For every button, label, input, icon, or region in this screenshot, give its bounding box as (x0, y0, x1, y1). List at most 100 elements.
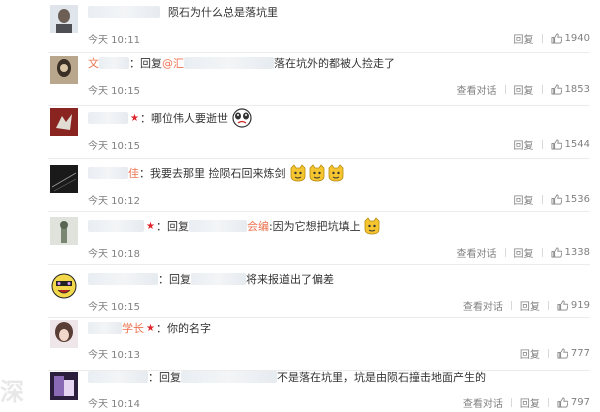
like-count: 797 (570, 397, 590, 408)
thumbs-up-icon (557, 300, 568, 311)
avatar[interactable] (50, 108, 78, 136)
avatar[interactable] (50, 165, 78, 193)
comment-item: ：回复 将来报道出了偏差 今天 10:15 查看对话 回复 919 (0, 265, 600, 318)
username[interactable] (88, 167, 128, 179)
comment-line: ：回复 不是落在坑里，坑是由陨石撞击地面产生的 (88, 367, 486, 387)
comment-actions: 回复 1940 (514, 31, 590, 46)
watermark: 深 (0, 378, 24, 406)
mention-link[interactable] (191, 273, 246, 285)
username[interactable]: 佳 (128, 165, 139, 181)
avatar[interactable] (50, 5, 78, 33)
comment-item: ★ ：回复 会编 :因为它想把坑填上 今天 10:18 查看对话 回复 1338 (0, 212, 600, 265)
vip-star-icon: ★ (146, 322, 155, 334)
reply-button[interactable]: 回复 (520, 298, 540, 313)
like-count: 1536 (564, 194, 590, 205)
comment-line: 佳 ：我要去那里 捡陨石回来炼剑 (88, 163, 345, 183)
comment-actions: 回复 1544 (514, 137, 590, 152)
view-conversation-link[interactable]: 查看对话 (463, 395, 503, 410)
mention-link[interactable] (188, 220, 247, 232)
avatar[interactable] (50, 217, 78, 245)
comment-line: 文 ：回复 @汇 落在坑外的都被人捡走了 (88, 53, 395, 73)
comment-text: :因为它想把坑填上 (268, 220, 361, 233)
username[interactable] (88, 322, 122, 334)
comment-time: 今天 10:15 (88, 86, 140, 97)
comment-time: 今天 10:11 (88, 35, 140, 46)
reply-button[interactable]: 回复 (520, 395, 540, 410)
thumbs-up-icon (551, 247, 562, 258)
comment-time: 今天 10:14 (88, 399, 140, 410)
username[interactable]: 文 (88, 55, 99, 71)
comment-time: 今天 10:13 (88, 350, 140, 361)
reply-button[interactable]: 回复 (514, 192, 534, 207)
divider (547, 301, 549, 310)
like-count: 1338 (564, 247, 590, 258)
avatar[interactable] (50, 320, 78, 348)
username[interactable] (99, 57, 129, 69)
thumbs-up-icon (551, 139, 562, 150)
view-conversation-link[interactable]: 查看对话 (463, 298, 503, 313)
like-button[interactable]: 797 (557, 397, 590, 408)
comment-text: 落在坑外的都被人捡走了 (274, 57, 395, 70)
comment-item: 文 ：回复 @汇 落在坑外的都被人捡走了 今天 10:15 查看对话 回复 18… (0, 53, 600, 106)
username[interactable] (88, 273, 158, 285)
comment-time: 今天 10:15 (88, 141, 140, 152)
like-button[interactable]: 1338 (551, 247, 590, 258)
comment-time: 今天 10:15 (88, 302, 140, 313)
comment-line: ：回复 将来报道出了偏差 (88, 269, 334, 289)
like-button[interactable]: 1544 (551, 139, 590, 150)
like-count: 1853 (564, 84, 590, 95)
comment-text: 将来报道出了偏差 (246, 273, 334, 286)
mention-link[interactable] (181, 371, 277, 383)
avatar[interactable] (50, 372, 78, 400)
divider (541, 85, 543, 94)
avatar[interactable] (50, 56, 78, 84)
comment-actions: 查看对话 回复 919 (463, 298, 590, 313)
mention-link[interactable]: 会编 (247, 218, 269, 234)
reply-button[interactable]: 回复 (514, 82, 534, 97)
comment-actions: 查看对话 回复 797 (463, 395, 590, 410)
username[interactable] (88, 112, 128, 124)
avatar[interactable] (50, 272, 78, 300)
comment-time: 今天 10:18 (88, 249, 140, 260)
thumbs-up-icon (557, 397, 568, 408)
doge-emoji-icon (290, 164, 305, 182)
like-button[interactable]: 777 (557, 348, 590, 359)
reply-button[interactable]: 回复 (520, 346, 540, 361)
comment-item: ★ ：哪位伟人要逝世 今天 10:15 回复 1544 (0, 106, 600, 159)
comment-time: 今天 10:12 (88, 196, 140, 207)
comment-item: 佳 ：我要去那里 捡陨石回来炼剑 今天 10:12 回复 1536 (0, 159, 600, 212)
like-button[interactable]: 919 (557, 300, 590, 311)
username[interactable] (88, 6, 160, 18)
divider (504, 248, 506, 257)
divider (547, 398, 549, 407)
username[interactable]: 学长 (122, 320, 144, 336)
like-count: 919 (570, 300, 590, 311)
view-conversation-link[interactable]: 查看对话 (457, 245, 497, 260)
divider (547, 349, 549, 358)
like-button[interactable]: 1940 (551, 33, 590, 44)
reply-prefix: ：回复 (158, 273, 191, 286)
reply-prefix: ：回复 (129, 57, 162, 70)
reply-prefix: ：回复 (155, 220, 189, 233)
view-conversation-link[interactable]: 查看对话 (457, 82, 497, 97)
username[interactable] (88, 220, 144, 232)
reply-button[interactable]: 回复 (514, 245, 534, 260)
divider (541, 195, 543, 204)
vip-star-icon: ★ (130, 112, 139, 124)
username[interactable] (88, 371, 148, 383)
doge-emoji-icon (328, 164, 343, 182)
mention-link[interactable] (184, 57, 274, 69)
divider (510, 398, 512, 407)
reply-prefix: ：回复 (148, 371, 181, 384)
mention-link[interactable]: @汇 (162, 55, 184, 71)
reply-button[interactable]: 回复 (514, 137, 534, 152)
comment-actions: 回复 777 (520, 346, 590, 361)
like-count: 1940 (564, 33, 590, 44)
comment-text: ：哪位伟人要逝世 (139, 112, 228, 125)
like-button[interactable]: 1536 (551, 194, 590, 205)
doge-emoji-icon (309, 164, 324, 182)
reply-button[interactable]: 回复 (514, 31, 534, 46)
divider (541, 34, 543, 43)
like-count: 1544 (564, 139, 590, 150)
like-button[interactable]: 1853 (551, 84, 590, 95)
